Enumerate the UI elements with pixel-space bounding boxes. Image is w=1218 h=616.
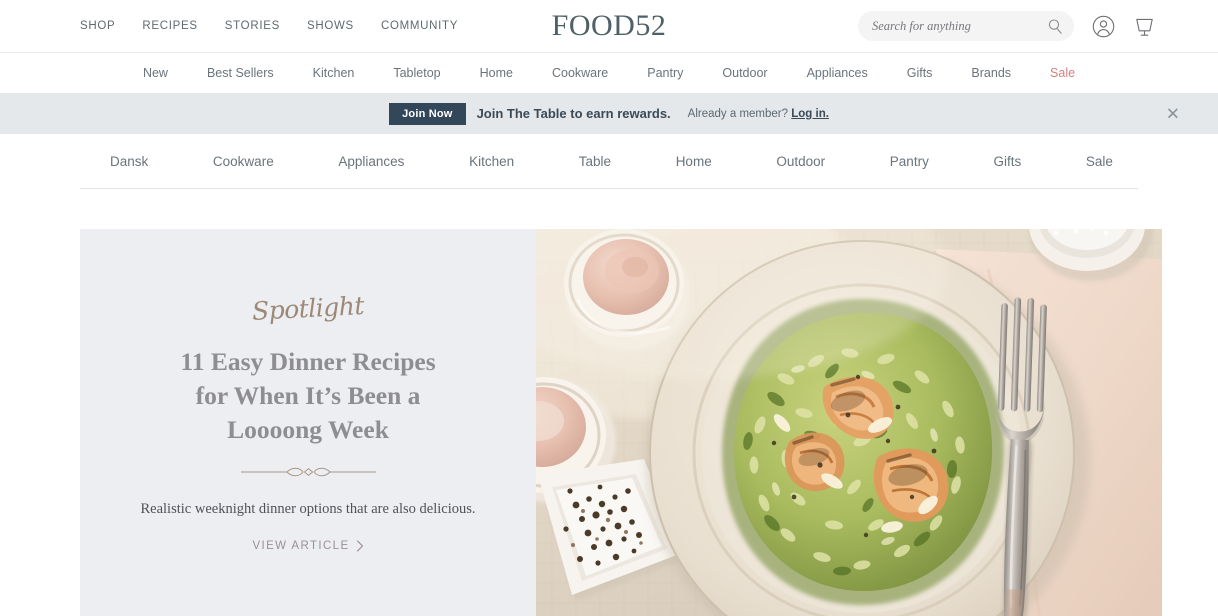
brand-logo[interactable]: FOOD52 [552, 9, 667, 43]
hero-image[interactable] [536, 229, 1162, 616]
primary-nav-item-stories[interactable]: STORIES [225, 20, 280, 32]
hero-spotlight-card[interactable]: Spotlight 11 Easy Dinner Recipes for Whe… [80, 229, 1162, 616]
hero-subtitle: Realistic weeknight dinner options that … [140, 500, 476, 517]
account-circle-icon[interactable] [1092, 15, 1115, 38]
view-article-label: VIEW ARTICLE [252, 539, 350, 552]
search-icon[interactable] [1047, 18, 1064, 35]
secondary-nav-item-tabletop[interactable]: Tabletop [393, 66, 440, 80]
category-item-dansk[interactable]: Dansk [110, 154, 148, 169]
secondary-nav-item-gifts[interactable]: Gifts [907, 66, 933, 80]
top-header: SHOP RECIPES STORIES SHOWS COMMUNITY FOO… [0, 0, 1218, 53]
category-item-sale[interactable]: Sale [1086, 154, 1113, 169]
search-input[interactable] [872, 18, 1047, 34]
primary-nav-item-community[interactable]: COMMUNITY [381, 20, 458, 32]
header-actions [858, 11, 1156, 41]
category-item-gifts[interactable]: Gifts [993, 154, 1021, 169]
chevron-right-icon [356, 540, 363, 552]
hero-text-panel: Spotlight 11 Easy Dinner Recipes for Whe… [80, 229, 536, 616]
search-box[interactable] [858, 11, 1074, 41]
secondary-nav-item-kitchen[interactable]: Kitchen [313, 66, 355, 80]
secondary-nav-item-appliances[interactable]: Appliances [807, 66, 868, 80]
hero-headline: 11 Easy Dinner Recipes for When It’s Bee… [180, 345, 435, 447]
category-item-pantry[interactable]: Pantry [890, 154, 929, 169]
promo-banner: Join Now Join The Table to earn rewards.… [0, 93, 1218, 134]
promo-member-prompt: Already a member? Log in. [688, 108, 829, 120]
category-row: Dansk Cookware Appliances Kitchen Table … [0, 134, 1218, 188]
promo-message: Join The Table to earn rewards. [476, 106, 671, 121]
hero-eyebrow: Spotlight [251, 291, 365, 327]
member-prompt-text: Already a member? [687, 107, 789, 120]
view-article-link[interactable]: VIEW ARTICLE [252, 540, 363, 552]
category-item-table[interactable]: Table [579, 154, 611, 169]
hero-headline-line-2: for When It’s Been a [195, 381, 421, 411]
secondary-nav: New Best Sellers Kitchen Tabletop Home C… [0, 53, 1218, 93]
ornamental-divider-icon [240, 465, 376, 479]
category-item-kitchen[interactable]: Kitchen [469, 154, 514, 169]
category-item-home[interactable]: Home [676, 154, 712, 169]
hero-section-wrap: Spotlight 11 Easy Dinner Recipes for Whe… [0, 189, 1218, 616]
log-in-link[interactable]: Log in. [791, 108, 829, 120]
secondary-nav-item-outdoor[interactable]: Outdoor [722, 66, 767, 80]
secondary-nav-item-sale[interactable]: Sale [1050, 66, 1075, 80]
primary-nav-item-shop[interactable]: SHOP [80, 20, 115, 32]
secondary-nav-item-pantry[interactable]: Pantry [647, 66, 683, 80]
category-item-cookware[interactable]: Cookware [213, 154, 274, 169]
primary-nav-item-shows[interactable]: SHOWS [307, 20, 354, 32]
secondary-nav-item-home[interactable]: Home [480, 66, 513, 80]
secondary-nav-item-best-sellers[interactable]: Best Sellers [207, 66, 274, 80]
join-now-button[interactable]: Join Now [389, 102, 466, 125]
secondary-nav-item-brands[interactable]: Brands [971, 66, 1011, 80]
shopping-cart-icon[interactable] [1133, 15, 1156, 38]
hero-headline-line-3: Loooong Week [227, 414, 389, 444]
primary-nav-item-recipes[interactable]: RECIPES [142, 20, 197, 32]
close-icon[interactable]: ✕ [1166, 105, 1180, 122]
category-item-appliances[interactable]: Appliances [338, 154, 404, 169]
secondary-nav-item-cookware[interactable]: Cookware [552, 66, 608, 80]
category-item-outdoor[interactable]: Outdoor [776, 154, 825, 169]
secondary-nav-item-new[interactable]: New [143, 66, 168, 80]
hero-headline-line-1: 11 Easy Dinner Recipes [180, 347, 436, 377]
primary-nav: SHOP RECIPES STORIES SHOWS COMMUNITY [80, 20, 458, 32]
